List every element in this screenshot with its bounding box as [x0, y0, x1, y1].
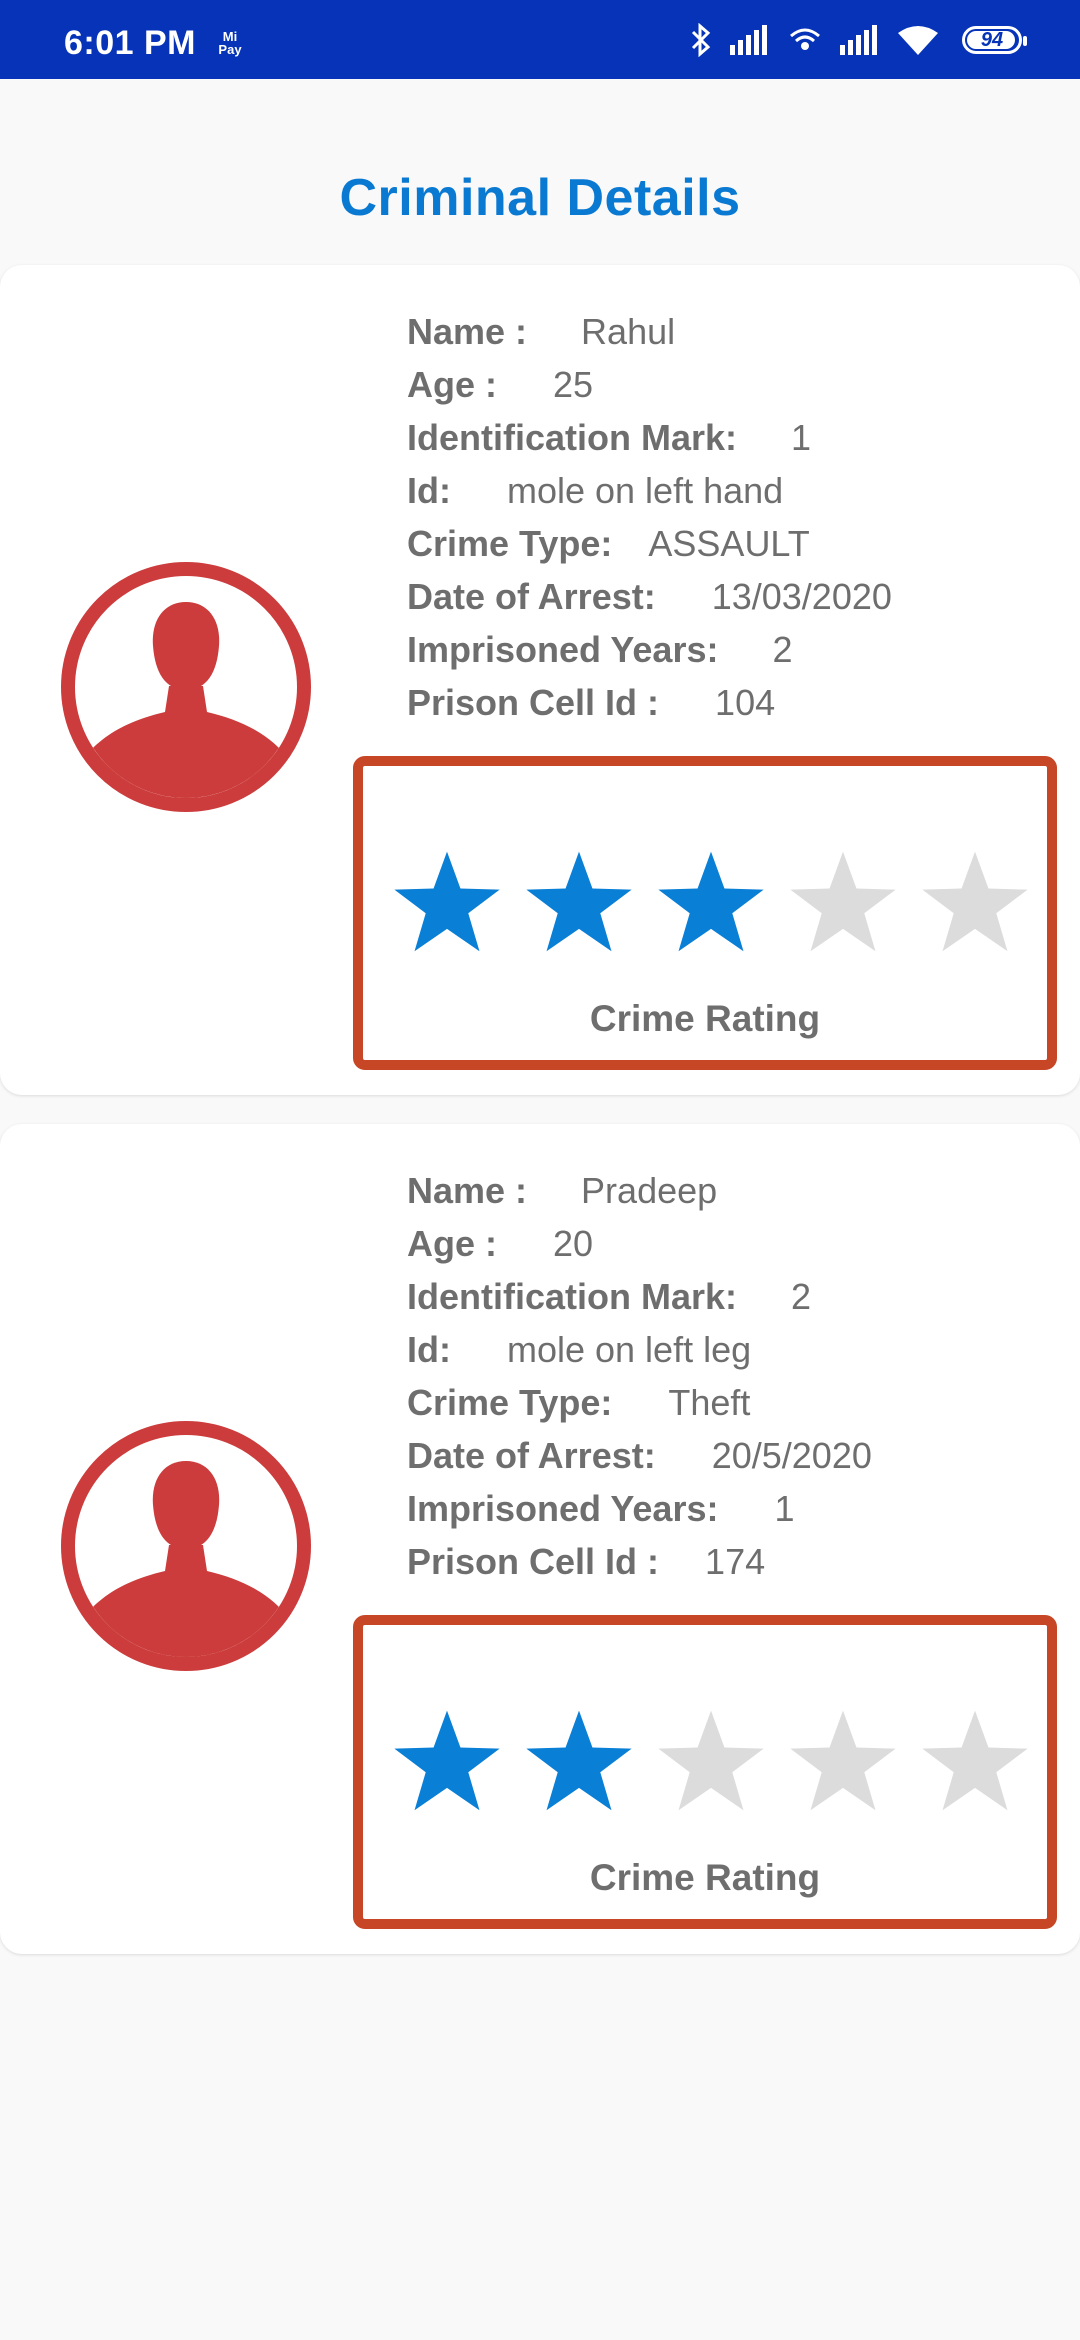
identification-mark-row: Identification Mark: 2: [407, 1270, 1067, 1323]
crime-type-value: Theft: [668, 1381, 751, 1423]
status-bar: 6:01 PM Mi Pay 94: [0, 0, 1080, 79]
crime-type-value: ASSAULT: [648, 522, 810, 564]
crime-type-row: Crime Type: ASSAULT: [407, 517, 1067, 570]
criminal-card[interactable]: Name : Pradeep Age : 20 Identification Mar…: [0, 1124, 1080, 1954]
star-empty-icon[interactable]: [787, 1707, 899, 1815]
name-row: Name : Rahul: [407, 305, 1067, 358]
star-empty-icon[interactable]: [655, 1707, 767, 1815]
status-icons: 94: [690, 22, 1027, 58]
crime-type-label: Crime Type:: [407, 522, 613, 564]
crime-rating-stars[interactable]: [391, 1707, 1031, 1815]
name-row: Name : Pradeep: [407, 1164, 1067, 1217]
star-empty-icon[interactable]: [919, 1707, 1031, 1815]
imprisoned-years-value: 1: [774, 1487, 795, 1529]
mi-pay-icon: Mi Pay: [218, 29, 242, 57]
star-filled-icon[interactable]: [523, 848, 635, 956]
date-of-arrest-row: Date of Arrest: 13/03/2020: [407, 570, 1067, 623]
id-label: Id:: [407, 1328, 451, 1370]
age-value: 25: [553, 363, 594, 405]
prison-cell-id-value: 104: [715, 681, 776, 723]
bluetooth-icon: [691, 23, 711, 57]
battery-level: 94: [980, 28, 1004, 51]
name-value: Pradeep: [581, 1169, 718, 1211]
crime-rating-box: Crime Rating: [353, 756, 1057, 1070]
age-label: Age :: [407, 363, 497, 405]
identification-mark-row: Identification Mark: 1: [407, 411, 1067, 464]
date-of-arrest-value: 13/03/2020: [711, 575, 892, 617]
star-filled-icon[interactable]: [391, 1707, 503, 1815]
crime-rating-box: Crime Rating: [353, 1615, 1057, 1929]
id-value: mole on left leg: [506, 1328, 752, 1370]
name-label: Name :: [407, 1169, 528, 1211]
imprisoned-years-row: Imprisoned Years: 1: [407, 1482, 1067, 1535]
identification-mark-value: 2: [791, 1275, 812, 1317]
identification-mark-label: Identification Mark:: [407, 416, 738, 458]
cell-signal-2-icon: [840, 25, 877, 55]
prison-cell-id-label: Prison Cell Id :: [407, 681, 660, 723]
star-filled-icon[interactable]: [655, 848, 767, 956]
star-filled-icon[interactable]: [523, 1707, 635, 1815]
name-label: Name :: [407, 310, 528, 352]
crime-rating-label: Crime Rating: [589, 1857, 821, 1898]
id-label: Id:: [407, 469, 451, 511]
wifi-icon: [898, 26, 938, 55]
page-title: Criminal Details: [339, 169, 741, 227]
date-of-arrest-label: Date of Arrest:: [407, 575, 656, 617]
date-of-arrest-value: 20/5/2020: [711, 1434, 872, 1476]
date-of-arrest-label: Date of Arrest:: [407, 1434, 656, 1476]
id-row: Id: mole on left leg: [407, 1323, 1067, 1376]
star-empty-icon[interactable]: [787, 848, 899, 956]
date-of-arrest-row: Date of Arrest: 20/5/2020: [407, 1429, 1067, 1482]
id-row: Id: mole on left hand: [407, 464, 1067, 517]
identification-mark-value: 1: [791, 416, 812, 458]
prison-cell-id-value: 174: [705, 1540, 766, 1582]
identification-mark-label: Identification Mark:: [407, 1275, 738, 1317]
age-label: Age :: [407, 1222, 497, 1264]
crime-rating-stars[interactable]: [391, 848, 1031, 956]
id-value: mole on left hand: [506, 469, 784, 511]
prison-cell-id-row: Prison Cell Id : 104: [407, 676, 1067, 729]
imprisoned-years-row: Imprisoned Years: 2: [407, 623, 1067, 676]
crime-type-label: Crime Type:: [407, 1381, 613, 1423]
crime-type-row: Crime Type: Theft: [407, 1376, 1067, 1429]
imprisoned-years-label: Imprisoned Years:: [407, 1487, 719, 1529]
battery-icon: 94: [962, 26, 1027, 54]
age-row: Age : 25: [407, 358, 1067, 411]
status-time: 6:01 PM: [64, 24, 196, 62]
criminal-card[interactable]: Name : Rahul Age : 25 Identification Mark:…: [0, 265, 1080, 1095]
user-avatar-icon: [61, 562, 311, 812]
imprisoned-years-label: Imprisoned Years:: [407, 628, 719, 670]
hotspot-icon: [790, 28, 820, 50]
prison-cell-id-row: Prison Cell Id : 174: [407, 1535, 1067, 1588]
cell-signal-icon: [730, 25, 767, 55]
imprisoned-years-value: 2: [772, 628, 793, 670]
age-row: Age : 20: [407, 1217, 1067, 1270]
name-value: Rahul: [581, 310, 676, 352]
age-value: 20: [553, 1222, 594, 1264]
criminal-details: Name : Pradeep Age : 20 Identification Mar…: [407, 1164, 1067, 1588]
user-avatar-icon: [61, 1421, 311, 1671]
crime-rating-label: Crime Rating: [589, 998, 821, 1039]
star-filled-icon[interactable]: [391, 848, 503, 956]
prison-cell-id-label: Prison Cell Id :: [407, 1540, 660, 1582]
criminal-details: Name : Rahul Age : 25 Identification Mark:…: [407, 305, 1067, 729]
star-empty-icon[interactable]: [919, 848, 1031, 956]
